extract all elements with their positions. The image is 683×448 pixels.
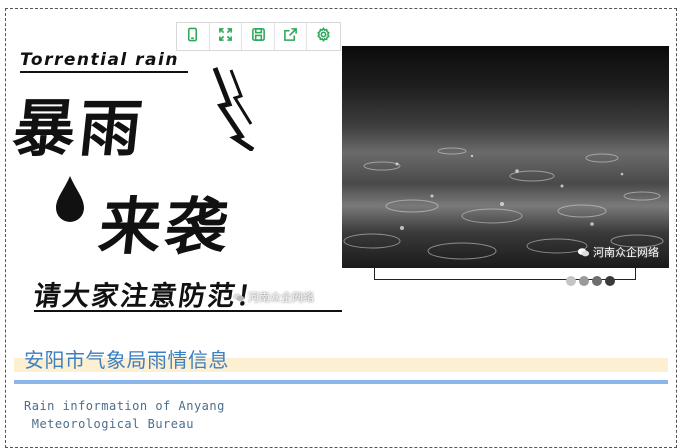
- section-subtitle: Rain information of Anyang Meteorologica…: [24, 397, 225, 433]
- raindrop-icon: [56, 176, 84, 222]
- wechat-icon: [232, 292, 245, 301]
- poster-headline-1: 暴雨: [9, 92, 150, 165]
- carousel-dot[interactable]: [579, 276, 589, 286]
- rain-photo: 河南众企网络: [342, 46, 669, 268]
- carousel-dot[interactable]: [592, 276, 602, 286]
- title-divider: [14, 380, 668, 384]
- lightning-bolt-icon: [212, 67, 255, 151]
- poster-title-underline: [20, 71, 188, 73]
- carousel-dots: [566, 276, 615, 286]
- subtitle-line-1: Rain information of Anyang: [24, 399, 225, 413]
- rain-poster-image: Torrential rain 暴雨 来袭 请大家注意防范！ 河南众企网络: [9, 46, 342, 321]
- subtitle-line-2: Meteorological Bureau: [24, 417, 194, 431]
- photo-watermark-text: 河南众企网络: [593, 246, 659, 259]
- poster-watermark-text: 河南众企网络: [248, 291, 314, 304]
- poster-headline-2: 来袭: [95, 190, 236, 263]
- poster-english-title: Torrential rain: [20, 50, 179, 70]
- fullscreen-icon: [218, 27, 233, 46]
- phone-preview-icon: [185, 27, 200, 46]
- photo-watermark: 河南众企网络: [577, 244, 659, 260]
- section-title: 安阳市气象局雨情信息: [24, 348, 229, 372]
- carousel-dot[interactable]: [566, 276, 576, 286]
- save-icon: [251, 27, 266, 46]
- rain-ripples-graphic: [343, 147, 664, 260]
- settings-icon: [316, 26, 331, 46]
- wechat-icon: [577, 247, 590, 256]
- share-icon: [283, 27, 298, 46]
- poster-watermark: 河南众企网络: [232, 289, 314, 305]
- poster-warning-underline: [34, 310, 342, 312]
- carousel-dot[interactable]: [605, 276, 615, 286]
